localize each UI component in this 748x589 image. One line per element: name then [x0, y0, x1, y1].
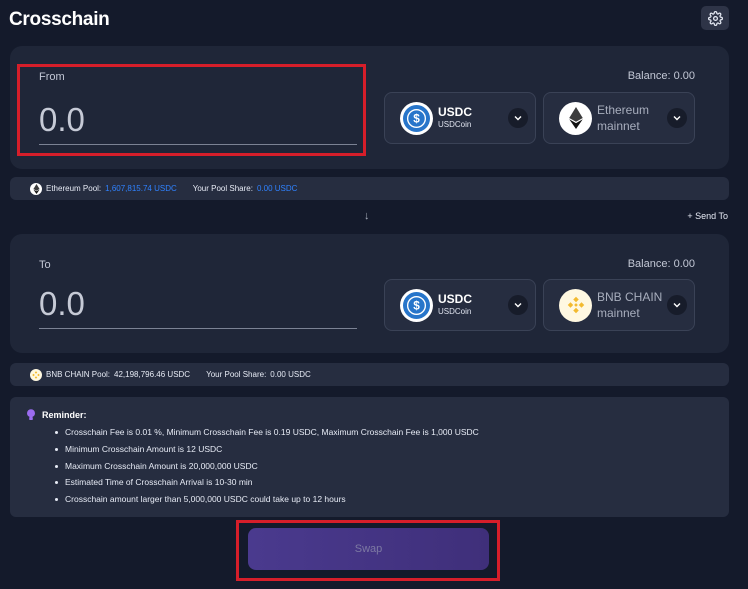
pool-share-label: Your Pool Share: — [192, 184, 253, 193]
reminder-item: Crosschain Fee is 0.01 %, Minimum Crossc… — [55, 424, 729, 441]
pool-share-value: 0.00 USDC — [256, 184, 298, 193]
pool-label: Ethereum Pool: — [46, 184, 102, 193]
reminder-item: Minimum Crosschain Amount is 12 USDC — [55, 441, 729, 458]
from-card: From Balance: 0.00 $ USDC USDCoin Ethere… — [10, 46, 729, 169]
from-chain-name: Ethereum mainnet — [597, 103, 650, 133]
to-token-name: USDCoin — [438, 307, 472, 316]
from-pool-bar: Ethereum Pool: 1,607,815.74 USDC Your Po… — [10, 177, 729, 200]
reminder-title: Reminder: — [42, 410, 87, 420]
page-title: Crosschain — [9, 9, 110, 30]
reminder-list: Crosschain Fee is 0.01 %, Minimum Crossc… — [55, 424, 729, 508]
ethereum-icon — [30, 182, 42, 195]
swap-button[interactable]: Swap — [248, 528, 489, 570]
from-token-name: USDCoin — [438, 120, 472, 129]
pool-value: 1,607,815.74 USDC — [105, 184, 177, 193]
pool-share-label: Your Pool Share: — [206, 370, 267, 379]
to-label: To — [39, 259, 51, 271]
to-chain-selector[interactable]: BNB CHAIN mainnet — [543, 279, 695, 331]
send-to-label: Send To — [695, 211, 728, 221]
chevron-down-icon — [667, 108, 687, 128]
reminder-item: Estimated Time of Crosschain Arrival is … — [55, 474, 729, 491]
send-to-button[interactable]: + Send To — [687, 211, 728, 221]
from-chain-selector[interactable]: Ethereum mainnet — [543, 92, 695, 144]
chevron-down-icon — [508, 108, 528, 128]
arrow-down-icon[interactable]: ↓ — [364, 210, 370, 222]
gear-icon — [707, 10, 723, 26]
to-chain-name: BNB CHAIN mainnet — [597, 290, 663, 320]
usdc-icon: $ — [400, 101, 433, 135]
bnb-icon — [559, 288, 592, 322]
usdc-icon: $ — [400, 288, 433, 322]
reminder-item: Crosschain amount larger than 5,000,000 … — [55, 491, 729, 508]
pool-label: BNB CHAIN Pool: — [46, 370, 111, 379]
pool-value: 42,198,796.46 USDC — [114, 370, 191, 379]
to-pool-bar: BNB CHAIN Pool: 42,198,796.46 USDC Your … — [10, 363, 729, 386]
chevron-down-icon — [667, 295, 687, 315]
settings-button[interactable] — [701, 6, 729, 30]
lightbulb-icon — [27, 409, 35, 420]
from-balance: Balance: 0.00 — [627, 70, 695, 82]
svg-text:$: $ — [413, 111, 420, 125]
to-card: To Balance: 0.00 $ USDC USDCoin BNB CHAI… — [10, 234, 729, 353]
ethereum-icon — [559, 101, 592, 135]
to-balance: Balance: 0.00 — [627, 258, 695, 270]
bnb-icon — [30, 368, 42, 381]
pool-share-value: 0.00 USDC — [270, 370, 311, 379]
reminder-box: Reminder: Crosschain Fee is 0.01 %, Mini… — [10, 397, 729, 517]
to-token-symbol: USDC — [438, 292, 473, 306]
from-amount-input[interactable] — [39, 99, 357, 145]
from-token-symbol: USDC — [438, 105, 473, 119]
plus-icon: + — [687, 211, 696, 221]
from-label: From — [39, 71, 65, 83]
to-amount-input[interactable] — [39, 283, 357, 329]
reminder-item: Maximum Crosschain Amount is 20,000,000 … — [55, 458, 729, 475]
svg-text:$: $ — [413, 298, 420, 312]
chevron-down-icon — [508, 295, 528, 315]
from-token-selector[interactable]: $ USDC USDCoin — [384, 92, 536, 144]
to-token-selector[interactable]: $ USDC USDCoin — [384, 279, 536, 331]
